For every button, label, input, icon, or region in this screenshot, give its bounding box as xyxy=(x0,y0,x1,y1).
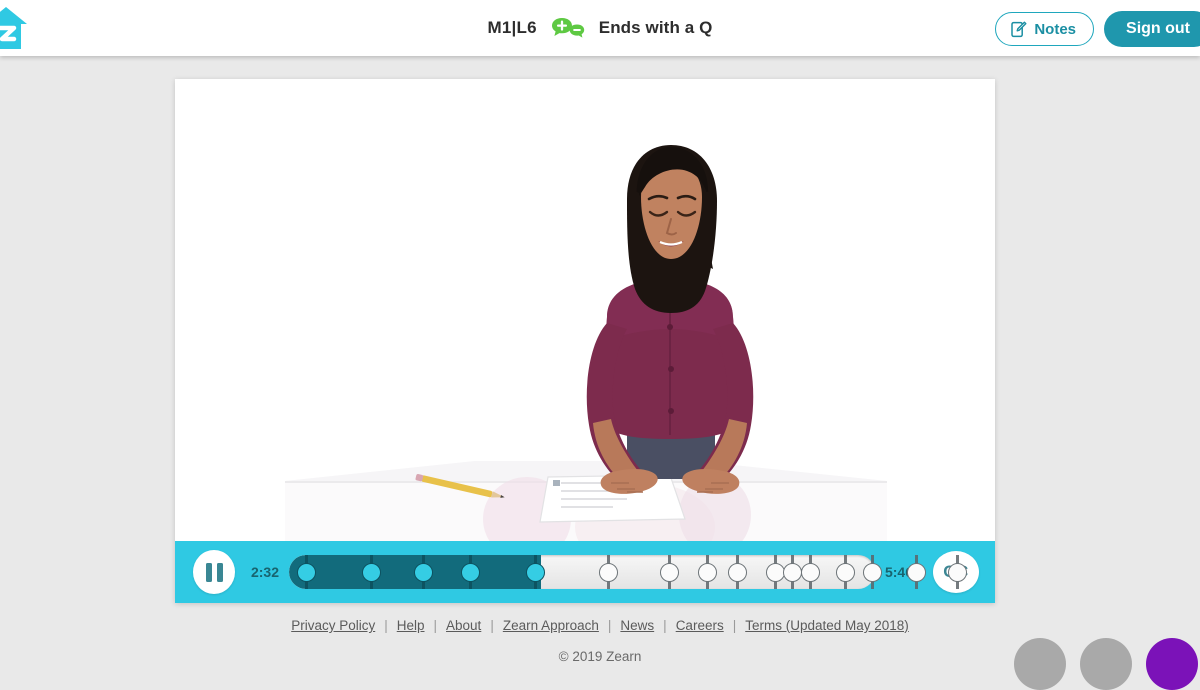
footer-separator: | xyxy=(608,618,612,633)
chapter-marker-dot xyxy=(660,563,679,582)
footer-separator: | xyxy=(434,618,438,633)
video-stage[interactable] xyxy=(175,79,995,541)
video-player: 2:32 5:46 CC xyxy=(175,79,995,603)
chapter-marker-1[interactable] xyxy=(296,555,318,589)
corner-widgets xyxy=(1014,638,1200,690)
footer-separator: | xyxy=(490,618,494,633)
progress-track[interactable] xyxy=(289,555,875,589)
chat-bubble-purple[interactable] xyxy=(1146,638,1198,690)
lesson-code: M1|L6 xyxy=(488,18,537,38)
chapter-marker-dot xyxy=(728,563,747,582)
footer-link-help[interactable]: Help xyxy=(397,618,425,633)
chapter-marker-4[interactable] xyxy=(460,555,482,589)
chapter-marker-12[interactable] xyxy=(800,555,822,589)
help-bubble-1[interactable] xyxy=(1014,638,1066,690)
chapter-marker-13[interactable] xyxy=(835,555,857,589)
footer-link-about[interactable]: About xyxy=(446,618,481,633)
notes-button-label: Notes xyxy=(1034,21,1076,38)
help-bubble-2[interactable] xyxy=(1080,638,1132,690)
chapter-marker-dot xyxy=(698,563,717,582)
footer-separator: | xyxy=(384,618,388,633)
app-header: M1|L6 Ends with a Q Notes Sign out xyxy=(0,0,1200,56)
video-controls: 2:32 5:46 CC xyxy=(175,541,995,603)
footer-separator: | xyxy=(733,618,737,633)
footer-link-careers[interactable]: Careers xyxy=(676,618,724,633)
pause-icon-bar-right xyxy=(217,563,223,582)
chapter-marker-6[interactable] xyxy=(597,555,619,589)
chapter-marker-dot xyxy=(461,563,480,582)
lesson-title: Ends with a Q xyxy=(599,18,713,38)
note-pencil-icon xyxy=(1010,21,1027,38)
footer-link-privacy-policy[interactable]: Privacy Policy xyxy=(291,618,375,633)
chapter-marker-dot xyxy=(297,563,316,582)
pause-icon-bar-left xyxy=(206,563,212,582)
video-frame-teacher-at-table xyxy=(175,79,995,541)
chapter-marker-15[interactable] xyxy=(905,555,927,589)
current-time: 2:32 xyxy=(241,564,289,580)
pause-button[interactable] xyxy=(193,550,235,594)
chapter-marker-8[interactable] xyxy=(697,555,719,589)
chapter-marker-16[interactable] xyxy=(946,555,968,589)
chapter-marker-3[interactable] xyxy=(413,555,435,589)
chapter-marker-dot xyxy=(948,563,967,582)
chapter-marker-dot xyxy=(863,563,882,582)
chapter-marker-2[interactable] xyxy=(360,555,382,589)
footer-separator: | xyxy=(663,618,667,633)
header-actions: Notes Sign out xyxy=(995,11,1200,47)
chapter-marker-dot xyxy=(599,563,618,582)
notes-button[interactable]: Notes xyxy=(995,12,1094,46)
chapter-marker-9[interactable] xyxy=(726,555,748,589)
footer-link-news[interactable]: News xyxy=(620,618,654,633)
sign-out-label: Sign out xyxy=(1126,20,1190,38)
chapter-marker-dot xyxy=(362,563,381,582)
chat-bubbles-plus-minus-icon xyxy=(551,17,585,39)
footer-link-zearn-approach[interactable]: Zearn Approach xyxy=(503,618,599,633)
footer-links: Privacy Policy | Help | About | Zearn Approach… xyxy=(0,618,1200,633)
chapter-marker-dot xyxy=(836,563,855,582)
chapter-marker-14[interactable] xyxy=(861,555,883,589)
chapter-marker-dot xyxy=(526,563,545,582)
chapter-marker-dot xyxy=(801,563,820,582)
sign-out-button[interactable]: Sign out xyxy=(1104,11,1200,47)
chapter-marker-dot xyxy=(907,563,926,582)
footer-link-terms-updated-may-2018[interactable]: Terms (Updated May 2018) xyxy=(745,618,909,633)
chapter-marker-dot xyxy=(414,563,433,582)
chapter-marker-5[interactable] xyxy=(524,555,546,589)
chapter-marker-7[interactable] xyxy=(659,555,681,589)
